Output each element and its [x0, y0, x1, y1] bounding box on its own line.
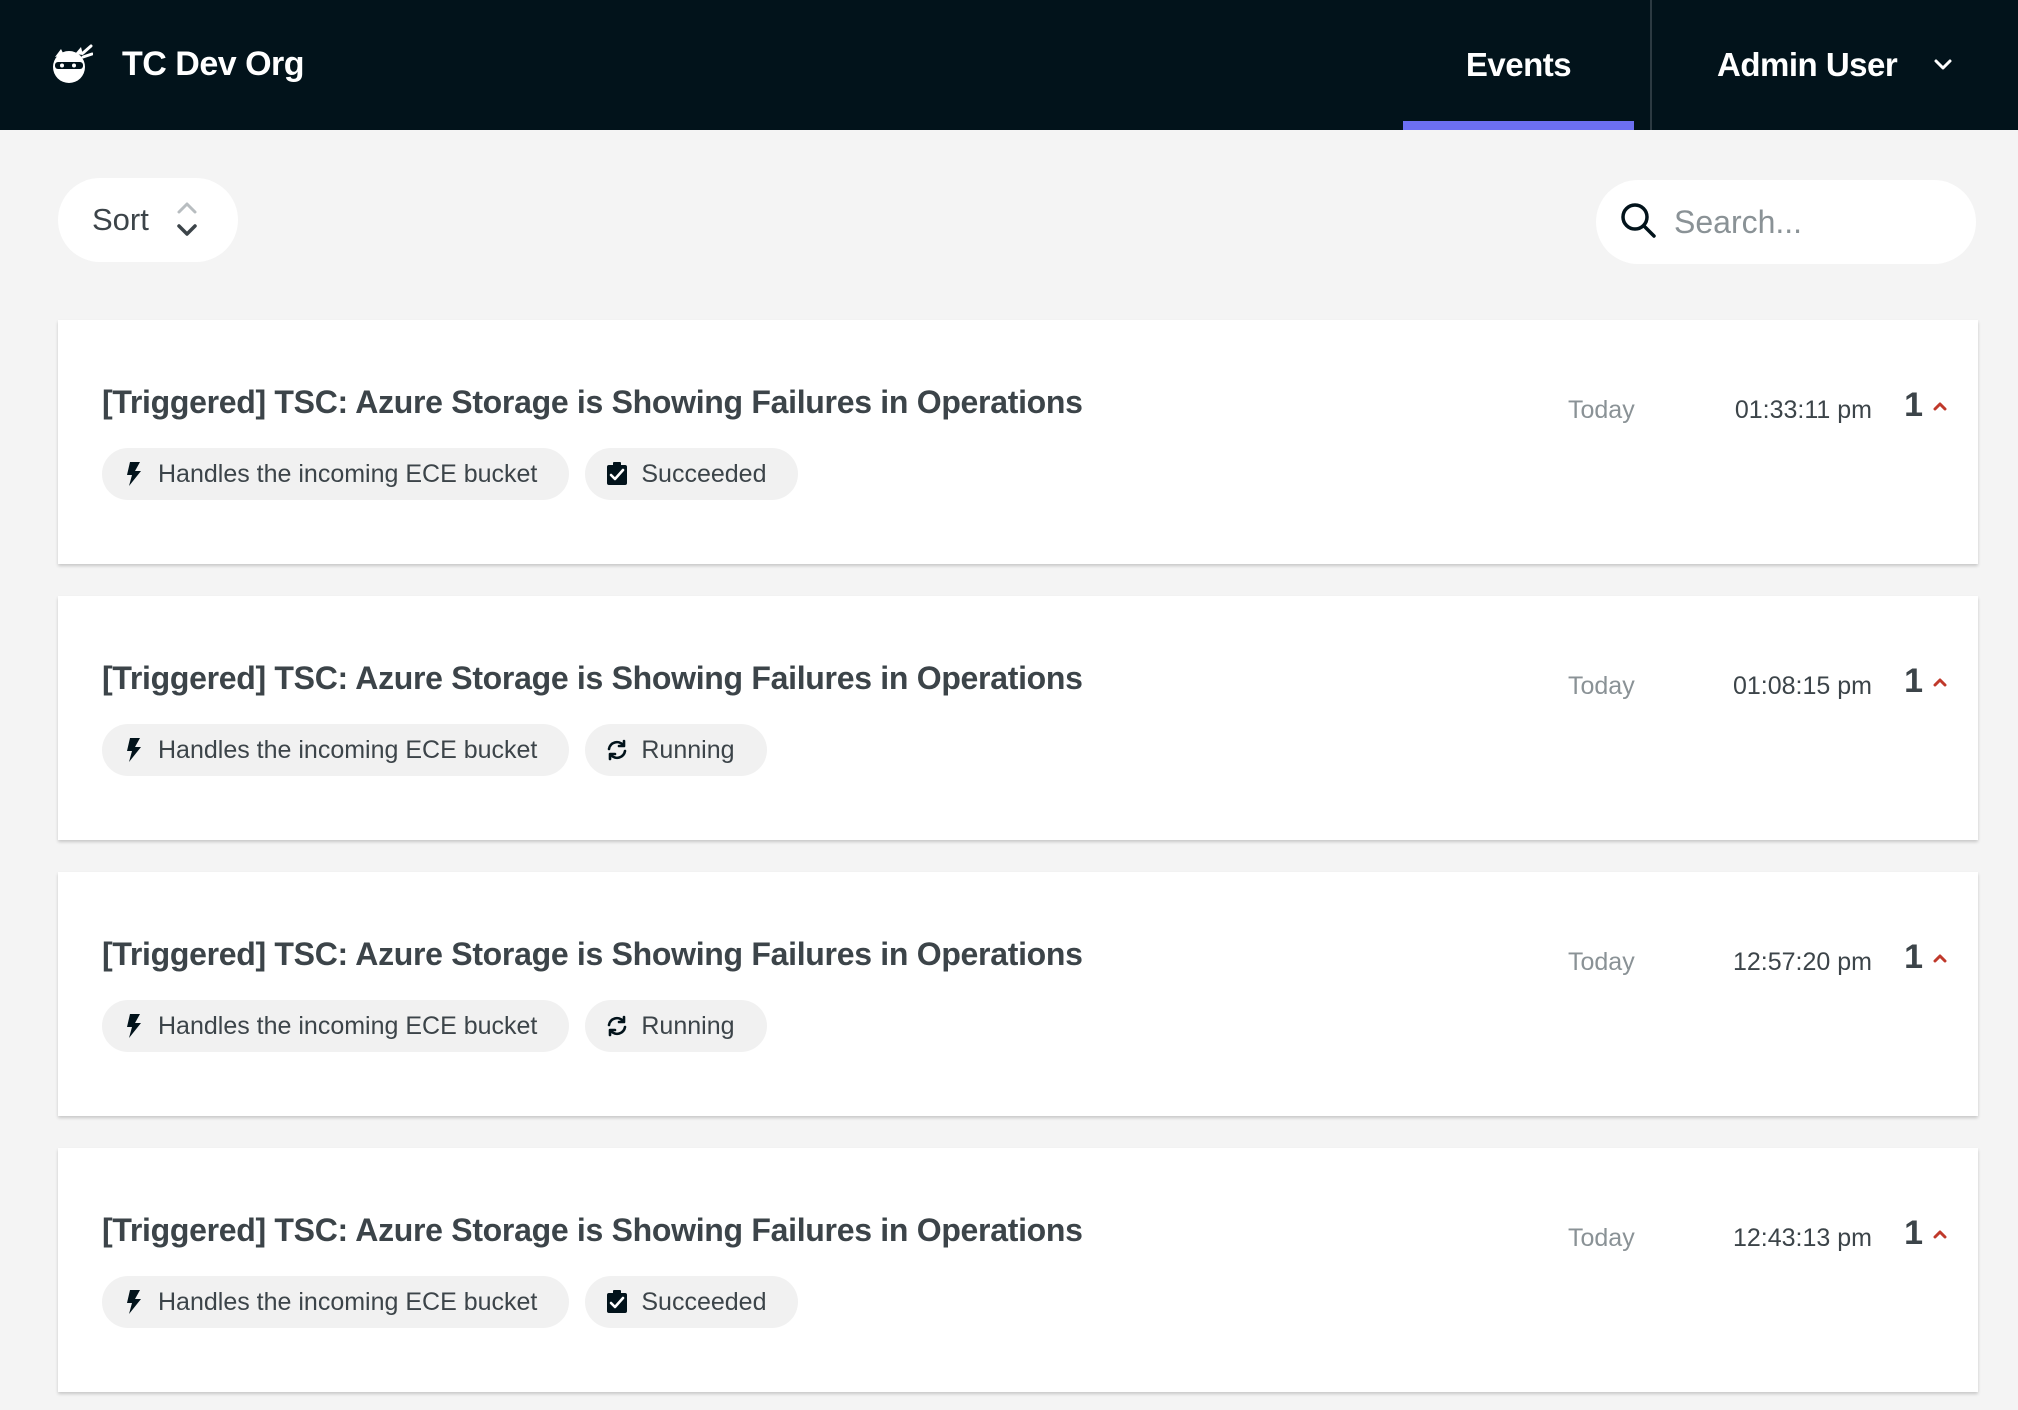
event-title: [Triggered] TSC: Azure Storage is Showin…	[102, 660, 1083, 696]
user-name: Admin User	[1717, 46, 1898, 83]
trigger-chip[interactable]: Handles the incoming ECE bucket	[102, 1276, 570, 1328]
search-icon	[1618, 200, 1658, 245]
sync-icon	[605, 737, 629, 763]
event-count: 1	[1904, 662, 1923, 700]
trigger-label: Handles the incoming ECE bucket	[158, 735, 538, 764]
status-chip[interactable]: Running	[585, 1000, 767, 1052]
event-count: 1	[1904, 386, 1923, 424]
lightning-bolt-icon	[122, 737, 146, 763]
lightning-bolt-icon	[122, 1289, 146, 1315]
status-chip[interactable]: Succeeded	[585, 448, 799, 500]
trigger-label: Handles the incoming ECE bucket	[158, 1011, 538, 1040]
nav-tab-events[interactable]: Events	[1403, 0, 1634, 130]
event-count: 1	[1904, 938, 1923, 976]
sort-arrows-icon	[175, 196, 199, 244]
trigger-chip[interactable]: Handles the incoming ECE bucket	[102, 448, 570, 500]
clipboard-check-icon	[605, 461, 629, 487]
event-card[interactable]: [Triggered] TSC: Azure Storage is Showin…	[58, 1148, 1978, 1392]
event-time: 01:33:11 pm	[1734, 396, 1872, 424]
trigger-chip[interactable]: Handles the incoming ECE bucket	[102, 724, 570, 776]
sort-label: Sort	[92, 202, 149, 237]
event-card[interactable]: [Triggered] TSC: Azure Storage is Showin…	[58, 596, 1978, 840]
event-card[interactable]: [Triggered] TSC: Azure Storage is Showin…	[58, 320, 1978, 564]
event-date: Today	[1568, 672, 1635, 700]
event-date: Today	[1568, 1224, 1635, 1252]
status-label: Running	[641, 1011, 735, 1040]
top-navigation-bar: TC Dev Org Events Admin User	[0, 0, 2018, 130]
sync-icon	[605, 1013, 629, 1039]
event-title: [Triggered] TSC: Azure Storage is Showin…	[102, 1212, 1083, 1248]
lightning-bolt-icon	[122, 461, 146, 487]
brand[interactable]: TC Dev Org	[46, 36, 305, 92]
clipboard-check-icon	[605, 1289, 629, 1315]
chevron-down-icon	[1933, 58, 1953, 72]
chevron-up-icon[interactable]	[1932, 400, 1948, 412]
event-time: 12:57:20 pm	[1733, 948, 1872, 976]
search-input[interactable]	[1674, 203, 1954, 241]
trigger-label: Handles the incoming ECE bucket	[158, 459, 538, 488]
status-chip[interactable]: Running	[585, 724, 767, 776]
status-label: Succeeded	[641, 459, 767, 488]
event-date: Today	[1568, 396, 1635, 424]
nav-tab-events-label: Events	[1465, 46, 1572, 83]
user-menu[interactable]: Admin User	[1652, 0, 2018, 130]
chevron-up-icon[interactable]	[1932, 676, 1948, 688]
event-title: [Triggered] TSC: Azure Storage is Showin…	[102, 936, 1083, 972]
status-chip[interactable]: Succeeded	[585, 1276, 799, 1328]
chevron-up-icon[interactable]	[1932, 1228, 1948, 1240]
event-date: Today	[1568, 948, 1635, 976]
org-name: TC Dev Org	[122, 44, 305, 83]
lightning-bolt-icon	[122, 1013, 146, 1039]
event-card[interactable]: [Triggered] TSC: Azure Storage is Showin…	[58, 872, 1978, 1116]
event-time: 01:08:15 pm	[1733, 672, 1872, 700]
trigger-chip[interactable]: Handles the incoming ECE bucket	[102, 1000, 570, 1052]
event-title: [Triggered] TSC: Azure Storage is Showin…	[102, 384, 1083, 420]
trigger-label: Handles the incoming ECE bucket	[158, 1287, 538, 1316]
ninja-cat-icon	[46, 39, 96, 89]
search-box	[1596, 180, 1976, 264]
event-time: 12:43:13 pm	[1733, 1224, 1872, 1252]
chevron-up-icon[interactable]	[1932, 952, 1948, 964]
event-count: 1	[1904, 1214, 1923, 1252]
status-label: Running	[641, 735, 735, 764]
sort-button[interactable]: Sort	[58, 178, 238, 262]
active-tab-indicator	[1403, 121, 1634, 130]
status-label: Succeeded	[641, 1287, 767, 1316]
